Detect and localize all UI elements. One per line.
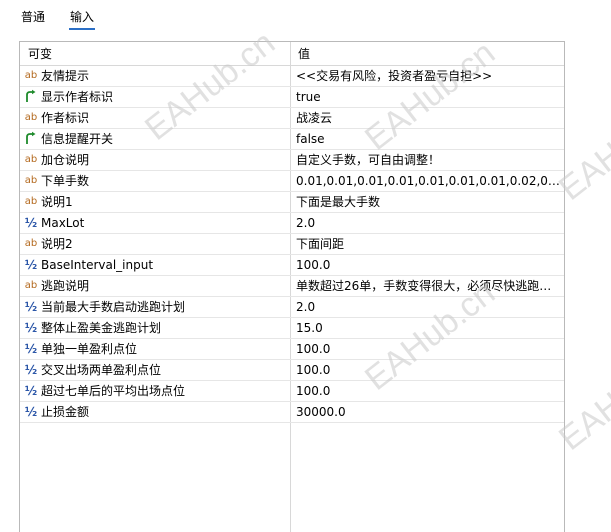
string-type-icon: ab (24, 280, 38, 291)
string-type-icon: ab (24, 196, 38, 207)
table-row[interactable]: ab 友情提示 <<交易有风险，投资者盈亏自担>> (20, 66, 564, 87)
table-row[interactable]: ab 作者标识 战凌云 (20, 108, 564, 129)
active-tab-indicator (69, 28, 95, 30)
table-row[interactable]: ab 下单手数 0.01,0.01,0.01,0.01,0.01,0.01,0.01… (20, 171, 564, 192)
string-type-icon: ab (24, 70, 38, 81)
row-variable-name: 信息提醒开关 (41, 132, 114, 146)
table-row[interactable]: ½ BaseInterval_input 100.0 (20, 255, 564, 276)
row-value[interactable]: 15.0 (296, 318, 560, 338)
row-variable-name: 交叉出场两单盈利点位 (41, 363, 162, 377)
row-value[interactable]: 0.01,0.01,0.01,0.01,0.01,0.01,0.01,0.02,… (296, 171, 560, 191)
row-value[interactable]: 30000.0 (296, 402, 560, 422)
row-value[interactable]: 100.0 (296, 339, 560, 359)
number-type-icon: ½ (24, 405, 38, 419)
bool-type-icon (24, 131, 38, 147)
inputs-grid: 可变 值 ab 友情提示 <<交易有风险，投资者盈亏自担>> 显示作者标识 true ab… (19, 41, 565, 532)
number-type-icon: ½ (24, 258, 38, 272)
number-type-icon: ½ (24, 300, 38, 314)
row-value[interactable]: true (296, 87, 560, 107)
row-value[interactable]: 战凌云 (296, 108, 560, 128)
row-variable-name: 作者标识 (41, 111, 90, 125)
number-type-icon: ½ (24, 384, 38, 398)
row-variable-name: 当前最大手数启动逃跑计划 (41, 300, 186, 314)
table-row[interactable]: ab 加仓说明 自定义手数，可自由调整！ (20, 150, 564, 171)
tab-common[interactable]: 普通 (21, 8, 45, 26)
number-type-icon: ½ (24, 216, 38, 230)
column-header-variable[interactable]: 可变 (28, 42, 52, 65)
row-value[interactable]: 2.0 (296, 297, 560, 317)
row-value[interactable]: 自定义手数，可自由调整！ (296, 150, 560, 170)
row-value[interactable]: 100.0 (296, 255, 560, 275)
row-value[interactable]: 下面是最大手数 (296, 192, 560, 212)
table-row[interactable]: ½ 整体止盈美金逃跑计划 15.0 (20, 318, 564, 339)
table-row[interactable]: ½ 单独一单盈利点位 100.0 (20, 339, 564, 360)
number-type-icon: ½ (24, 363, 38, 377)
table-row[interactable]: ab 逃跑说明 单数超过26单，手数变得很大，必须尽快逃跑，... (20, 276, 564, 297)
string-type-icon: ab (24, 154, 38, 165)
table-row[interactable]: 信息提醒开关 false (20, 129, 564, 150)
row-variable-name: 超过七单后的平均出场点位 (41, 384, 186, 398)
table-row[interactable]: ½ 止损金额 30000.0 (20, 402, 564, 423)
row-value[interactable]: false (296, 129, 560, 149)
row-variable-name: BaseInterval_input (41, 258, 154, 272)
tab-bar: 普通 输入 (0, 0, 611, 34)
row-value[interactable]: 2.0 (296, 213, 560, 233)
row-value[interactable]: 单数超过26单，手数变得很大，必须尽快逃跑，... (296, 276, 560, 296)
table-row[interactable]: ½ 交叉出场两单盈利点位 100.0 (20, 360, 564, 381)
string-type-icon: ab (24, 238, 38, 249)
arrow-icon (26, 131, 36, 144)
column-header-value[interactable]: 值 (298, 42, 310, 65)
grid-header: 可变 值 (20, 42, 564, 66)
row-variable-name: 显示作者标识 (41, 90, 114, 104)
arrow-icon (26, 89, 36, 102)
table-row[interactable]: ½ MaxLot 2.0 (20, 213, 564, 234)
table-row[interactable]: ab 说明1 下面是最大手数 (20, 192, 564, 213)
row-variable-name: 下单手数 (41, 174, 90, 188)
row-variable-name: 友情提示 (41, 69, 90, 83)
string-type-icon: ab (24, 175, 38, 186)
number-type-icon: ½ (24, 321, 38, 335)
row-variable-name: MaxLot (41, 216, 85, 230)
tab-inputs[interactable]: 输入 (70, 8, 94, 26)
string-type-icon: ab (24, 112, 38, 123)
row-value[interactable]: 下面间距 (296, 234, 560, 254)
row-variable-name: 说明2 (41, 237, 73, 251)
row-variable-name: 加仓说明 (41, 153, 90, 167)
row-variable-name: 逃跑说明 (41, 279, 90, 293)
row-variable-name: 止损金额 (41, 405, 90, 419)
row-value[interactable]: 100.0 (296, 381, 560, 401)
row-variable-name: 说明1 (41, 195, 73, 209)
table-row[interactable]: ab 说明2 下面间距 (20, 234, 564, 255)
bool-type-icon (24, 89, 38, 105)
table-row[interactable]: ½ 当前最大手数启动逃跑计划 2.0 (20, 297, 564, 318)
table-row[interactable]: 显示作者标识 true (20, 87, 564, 108)
row-value[interactable]: 100.0 (296, 360, 560, 380)
row-variable-name: 整体止盈美金逃跑计划 (41, 321, 162, 335)
row-value[interactable]: <<交易有风险，投资者盈亏自担>> (296, 66, 560, 86)
table-row[interactable]: ½ 超过七单后的平均出场点位 100.0 (20, 381, 564, 402)
number-type-icon: ½ (24, 342, 38, 356)
row-variable-name: 单独一单盈利点位 (41, 342, 138, 356)
